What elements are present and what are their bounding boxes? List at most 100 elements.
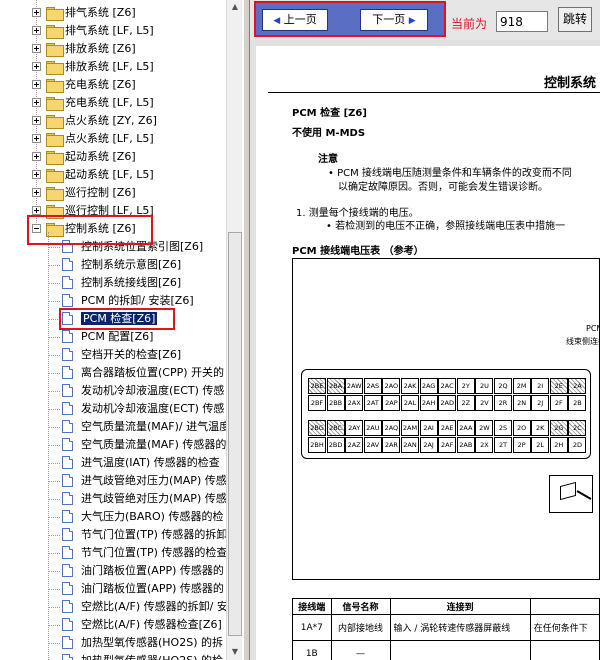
tree-folder[interactable]: 巡行控制 [Z6] [30, 184, 136, 202]
scroll-up-arrow-icon[interactable]: ▲ [228, 0, 242, 14]
tree-page-item[interactable]: 加热型氧传感器(HO2S) 的检 [62, 652, 223, 660]
tree-page-item[interactable]: 空燃比(A/F) 传感器检查[Z6] [62, 616, 222, 634]
tree-page-item[interactable]: 发动机冷却液温度(ECT) 传感 [62, 400, 224, 418]
connector-plug-icon [549, 475, 593, 513]
expand-icon[interactable] [32, 206, 41, 215]
page-subheading: 不使用 M-MDS [292, 128, 366, 139]
connector-pin: 2U [475, 378, 494, 394]
tree-folder[interactable]: 排气系统 [LF, L5] [30, 22, 154, 40]
tree-page-item[interactable]: 控制系统接线图[Z6] [62, 274, 181, 292]
prev-page-button[interactable]: ◀ 上一页 [262, 9, 328, 31]
tree-folder[interactable]: 排放系统 [LF, L5] [30, 58, 154, 76]
connector-pin: 2R [494, 395, 512, 411]
page-number-input[interactable] [496, 11, 548, 32]
pane-splitter[interactable] [243, 0, 250, 660]
tree-page-label: 油门踏板位置(APP) 传感器的 [81, 582, 224, 595]
expand-icon[interactable] [32, 116, 41, 125]
folder-icon [46, 187, 64, 201]
expand-icon[interactable] [32, 44, 41, 53]
tree-folder[interactable]: 排放系统 [Z6] [30, 40, 136, 58]
expand-icon[interactable] [32, 152, 41, 161]
expand-icon[interactable] [32, 26, 41, 35]
connector-pin: 2AZ [345, 437, 364, 453]
tree-page-item[interactable]: 加热型氧传感器(HO2S) 的拆 [62, 634, 223, 652]
connector-pin: 2AQ [382, 420, 401, 436]
expand-icon[interactable] [32, 8, 41, 17]
tree-guide-line [48, 283, 60, 284]
highlight-box-selected [59, 308, 175, 330]
folder-icon [46, 79, 64, 93]
tree-folder-label: 充电系统 [LF, L5] [65, 96, 154, 109]
connector-pin: 2BH [308, 437, 326, 453]
scrollbar-thumb[interactable] [228, 232, 242, 636]
expand-icon[interactable] [32, 80, 41, 89]
connector-pin: 2I [531, 378, 550, 394]
connector-pin: 2N [512, 395, 531, 411]
tree-page-label: 空燃比(A/F) 传感器检查[Z6] [81, 618, 222, 631]
tree-guide-line [48, 445, 60, 446]
document-viewer[interactable]: 控制系统 PCM 检查 [Z6] 不使用 M-MDS 注意 • PCM 接线端电… [250, 40, 600, 660]
expand-icon[interactable] [32, 134, 41, 143]
tree-page-item[interactable]: 空燃比(A/F) 传感器的拆卸/ 安 [62, 598, 228, 616]
tree-page-item[interactable]: 进气歧管绝对压力(MAP) 传感 [62, 490, 227, 508]
tree-page-label: 加热型氧传感器(HO2S) 的拆 [81, 636, 223, 649]
next-arrow-icon: ▶ [408, 16, 416, 26]
tree-page-item[interactable]: 空档开关的检查[Z6] [62, 346, 181, 364]
tree-page-item[interactable]: 进气歧管绝对压力(MAP) 传感 [62, 472, 227, 490]
connector-pin: 2AH [419, 395, 438, 411]
tree-folder[interactable]: 充电系统 [Z6] [30, 76, 136, 94]
tree-page-item[interactable]: 控制系统示意图[Z6] [62, 256, 181, 274]
table-cell: 1A*7 [292, 614, 332, 641]
tree-page-label: 进气温度(IAT) 传感器的检查 [81, 456, 220, 469]
tree-page-item[interactable]: 进气温度(IAT) 传感器的检查 [62, 454, 220, 472]
tree-page-label: 空档开关的检查[Z6] [81, 348, 182, 361]
connector-diagram: 2BE 2BA 2AW 2AS 2AO 2AK 2AG 2AC 2Y 2U 2Q 2M 2I 2E 2A 2B… [292, 258, 600, 580]
tree-guide-line [48, 373, 60, 374]
tree-page-item[interactable]: 空气质量流量(MAF)/ 进气温度 [62, 418, 230, 436]
table-cell: 在任何条件下 [529, 614, 600, 641]
tree-guide-line [48, 355, 60, 356]
expand-icon[interactable] [32, 188, 41, 197]
tree-folder[interactable]: 起动系统 [LF, L5] [30, 166, 154, 184]
expand-icon[interactable] [32, 98, 41, 107]
connector-pin: 2AC [438, 378, 457, 394]
expand-icon[interactable] [32, 170, 41, 179]
step-1-detail: • 若检测到的电压不正确，参照接线端电压表中措施一 [326, 221, 566, 232]
document-icon [62, 564, 73, 577]
jump-button[interactable]: 跳转 [558, 7, 592, 32]
tree-folder[interactable]: 点火系统 [ZY, Z6] [30, 112, 157, 130]
next-page-button[interactable]: 下一页 ▶ [360, 9, 428, 31]
connector-pin: 2AG [419, 378, 438, 394]
document-icon [62, 402, 73, 415]
prev-arrow-icon: ◀ [273, 16, 281, 26]
expand-icon[interactable] [32, 62, 41, 71]
tree-page-label: 大气压力(BARO) 传感器的检 [81, 510, 224, 523]
tree-page-item[interactable]: 空气质量流量(MAF) 传感器的 [62, 436, 226, 454]
connector-pin: 2AK [401, 378, 419, 394]
tree-vertical-scrollbar[interactable]: ▲ ▼ [226, 0, 242, 660]
connector-pin: 2J [531, 395, 550, 411]
note-line-1: • PCM 接线端电压随测量条件和车辆条件的改变而不同 [328, 168, 572, 179]
tree-page-item[interactable]: 油门踏板位置(APP) 传感器的 [62, 580, 224, 598]
document-icon [62, 510, 73, 523]
tree-page-item[interactable]: 离合器踏板位置(CPP) 开关的 [62, 364, 224, 382]
tree-folder[interactable]: 充电系统 [LF, L5] [30, 94, 154, 112]
tree-folder[interactable]: 排气系统 [Z6] [30, 4, 136, 22]
tree-guide-line [48, 232, 49, 660]
document-icon [62, 528, 73, 541]
connector-pin: 2BB [326, 395, 345, 411]
connector-pin: 2BC [326, 420, 345, 436]
tree-guide-line [48, 391, 60, 392]
tree-folder[interactable]: 点火系统 [LF, L5] [30, 130, 154, 148]
tree-folder-label: 起动系统 [LF, L5] [65, 168, 154, 181]
tree-page-label: 进气歧管绝对压力(MAP) 传感 [81, 474, 227, 487]
tree-folder[interactable]: 起动系统 [Z6] [30, 148, 136, 166]
scroll-down-arrow-icon[interactable]: ▼ [228, 645, 242, 659]
tree-page-item[interactable]: 发动机冷却液温度(ECT) 传感 [62, 382, 224, 400]
tree-page-item[interactable]: 节气门位置(TP) 传感器的检查 [62, 544, 227, 562]
tree-page-item[interactable]: 大气压力(BARO) 传感器的检 [62, 508, 223, 526]
tree-page-item[interactable]: 油门踏板位置(APP) 传感器的 [62, 562, 224, 580]
tree-page-item[interactable]: PCM 配置[Z6] [62, 328, 153, 346]
page-nav-group: ◀ 上一页 下一页 ▶ [254, 1, 446, 37]
tree-page-item[interactable]: 节气门位置(TP) 传感器的拆卸 [62, 526, 227, 544]
